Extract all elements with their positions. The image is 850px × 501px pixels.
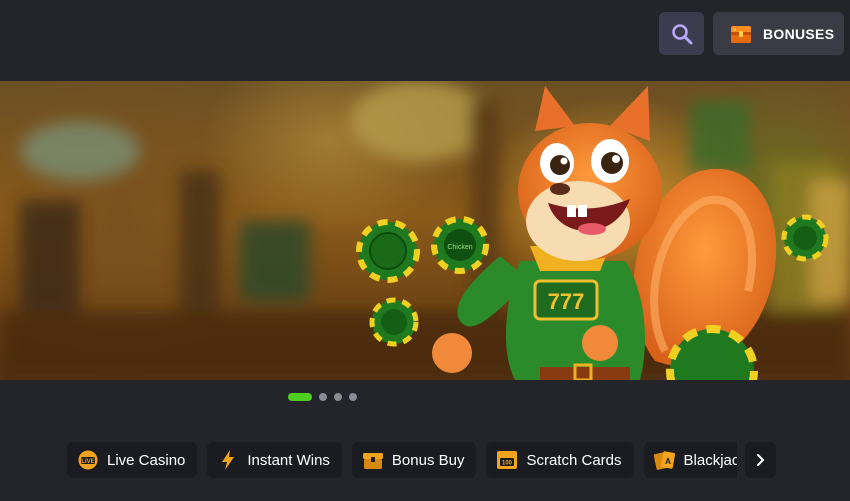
bonus-buy-icon xyxy=(362,449,384,471)
bonuses-button[interactable]: BONUSES xyxy=(713,12,844,55)
category-label: Live Casino xyxy=(107,451,186,469)
search-button[interactable] xyxy=(659,12,704,55)
slot-777-text: 777 xyxy=(548,289,585,314)
search-icon xyxy=(671,23,692,44)
category-bar: LIVE Live Casino Instant Wins Bonus Buy xyxy=(67,442,737,478)
live-casino-icon: LIVE xyxy=(77,449,99,471)
category-label: Instant Wins xyxy=(247,451,330,469)
promo-banner[interactable]: 777 Chicken xyxy=(0,81,850,380)
treasure-chest-icon xyxy=(731,25,751,43)
category-live-casino[interactable]: LIVE Live Casino xyxy=(67,442,198,478)
lightning-icon xyxy=(217,449,239,471)
banner-illustration: 777 Chicken xyxy=(0,81,850,380)
carousel-dot-1[interactable] xyxy=(288,393,312,401)
carousel-dot-2[interactable] xyxy=(319,393,327,401)
category-bonus-buy[interactable]: Bonus Buy xyxy=(351,442,477,478)
carousel-dot-3[interactable] xyxy=(334,393,342,401)
category-label: Bonus Buy xyxy=(391,451,465,469)
slot-777-emblem: 777 xyxy=(533,279,599,321)
bonuses-label: BONUSES xyxy=(763,25,835,42)
category-next-button[interactable] xyxy=(745,442,776,478)
category-label: Scratch Cards xyxy=(526,451,622,469)
poker-chip-4 xyxy=(781,214,829,262)
svg-text:A: A xyxy=(665,457,671,466)
category-label: Blackjack xyxy=(683,451,737,469)
cards-icon: A xyxy=(653,449,676,471)
carousel-dots xyxy=(288,393,357,401)
poker-chip-3 xyxy=(369,297,419,347)
poker-chip-2: Chicken xyxy=(431,216,489,274)
chip-logo-text: Chicken xyxy=(447,244,472,251)
top-header: BONUSES xyxy=(0,0,850,80)
category-scratch-cards[interactable]: 100 Scratch Cards xyxy=(486,442,634,478)
chevron-right-icon xyxy=(756,454,764,466)
svg-text:LIVE: LIVE xyxy=(81,459,94,465)
poker-chip-1 xyxy=(356,219,420,283)
category-instant-wins[interactable]: Instant Wins xyxy=(207,442,342,478)
scratch-card-icon: 100 xyxy=(496,449,518,471)
svg-text:100: 100 xyxy=(502,461,513,467)
carousel-dot-4[interactable] xyxy=(349,393,357,401)
category-blackjack[interactable]: A Blackjack xyxy=(643,442,737,478)
